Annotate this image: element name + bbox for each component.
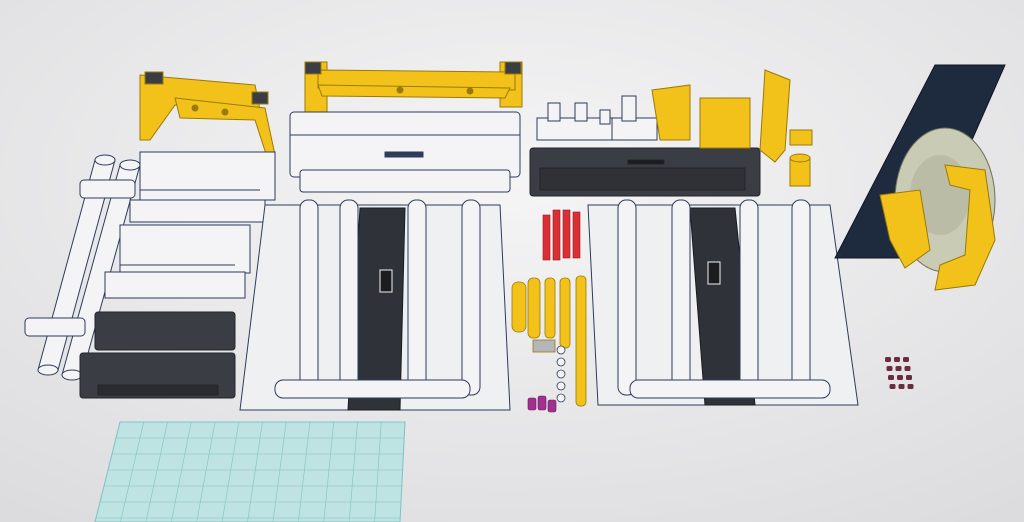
long-white-box[interactable] [289, 111, 521, 193]
rail-plate-right[interactable] [587, 199, 859, 406]
screw-piece[interactable] [898, 384, 905, 389]
screw-piece[interactable] [895, 366, 902, 371]
dark-long-box[interactable] [529, 147, 761, 197]
3d-workplane-viewport[interactable] [0, 0, 1024, 522]
screw-piece[interactable] [894, 357, 900, 362]
screw-piece[interactable] [906, 375, 912, 380]
screw-piece[interactable] [903, 357, 909, 362]
screw-piece[interactable] [904, 366, 911, 371]
rail-plate-left[interactable] [239, 199, 511, 411]
screw-piece[interactable] [889, 384, 896, 389]
screw-piece[interactable] [907, 384, 914, 389]
dark-trays[interactable] [79, 311, 236, 399]
screw-piece[interactable] [885, 357, 891, 362]
workplane-grid[interactable] [94, 421, 406, 522]
screw-piece[interactable] [886, 366, 893, 371]
screw-piece[interactable] [888, 375, 894, 380]
screw-piece[interactable] [897, 375, 903, 380]
